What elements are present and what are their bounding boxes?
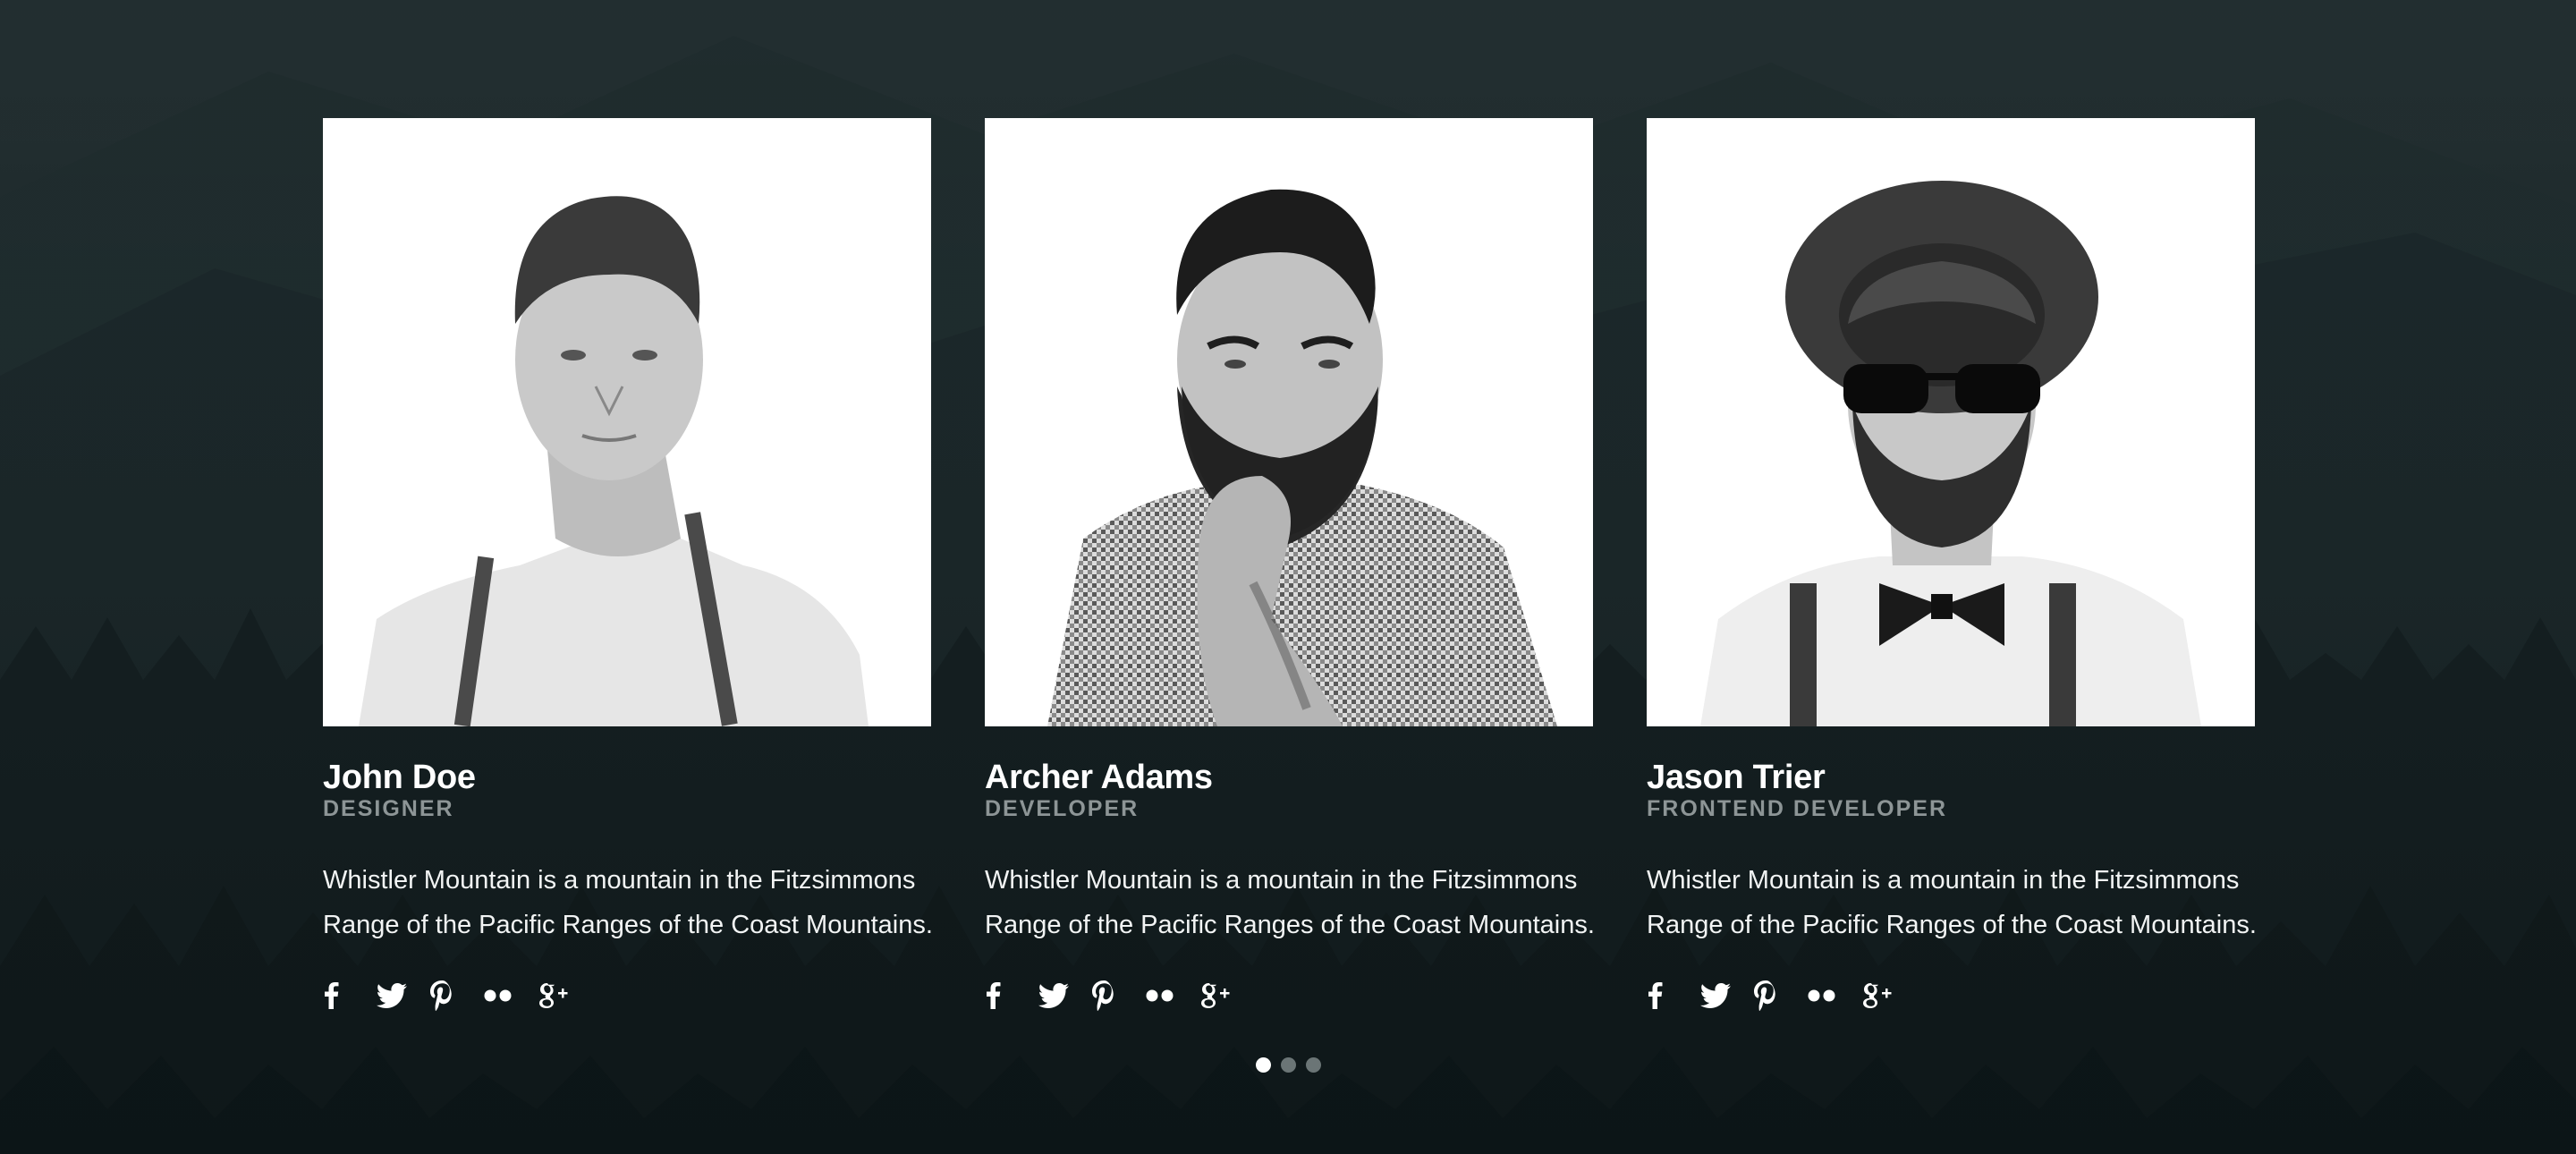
team-member-card: Archer Adams DEVELOPER Whistler Mountain…: [985, 118, 1595, 1014]
member-photo: [985, 118, 1593, 726]
carousel-dot-1[interactable]: [1256, 1057, 1271, 1073]
member-photo: [1647, 118, 2255, 726]
carousel-dot-2[interactable]: [1281, 1057, 1296, 1073]
flickr-icon[interactable]: [1146, 978, 1199, 1014]
carousel-dot-3[interactable]: [1306, 1057, 1321, 1073]
team-members-section: John Doe DESIGNER Whistler Mountain is a…: [323, 118, 2257, 1014]
portrait-photo: [1647, 118, 2255, 726]
pinterest-icon[interactable]: [430, 978, 484, 1014]
member-bio: Whistler Mountain is a mountain in the F…: [1647, 866, 2257, 939]
member-bio: Whistler Mountain is a mountain in the F…: [323, 866, 933, 939]
member-photo: [323, 118, 931, 726]
social-links: [323, 978, 931, 1014]
twitter-icon[interactable]: [1700, 978, 1754, 1014]
facebook-icon[interactable]: [323, 978, 377, 1014]
social-links: [1647, 978, 2255, 1014]
member-name: Archer Adams: [985, 759, 1213, 796]
pinterest-icon[interactable]: [1754, 978, 1808, 1014]
social-links: [985, 978, 1593, 1014]
member-name: John Doe: [323, 759, 476, 796]
flickr-icon[interactable]: [484, 978, 538, 1014]
flickr-icon[interactable]: [1808, 978, 1861, 1014]
member-bio: Whistler Mountain is a mountain in the F…: [985, 866, 1595, 939]
member-role: DESIGNER: [323, 796, 454, 821]
google-plus-icon[interactable]: [538, 978, 591, 1014]
member-name: Jason Trier: [1647, 759, 1826, 796]
pinterest-icon[interactable]: [1092, 978, 1146, 1014]
portrait-photo: [323, 118, 931, 726]
facebook-icon[interactable]: [985, 978, 1038, 1014]
member-role: DEVELOPER: [985, 796, 1140, 821]
portrait-photo: [985, 118, 1593, 726]
facebook-icon[interactable]: [1647, 978, 1700, 1014]
carousel-pagination: [1256, 1057, 1321, 1073]
member-role: FRONTEND DEVELOPER: [1647, 796, 1948, 821]
twitter-icon[interactable]: [1038, 978, 1092, 1014]
team-member-card: Jason Trier FRONTEND DEVELOPER Whistler …: [1647, 118, 2257, 1014]
google-plus-icon[interactable]: [1861, 978, 1915, 1014]
team-member-card: John Doe DESIGNER Whistler Mountain is a…: [323, 118, 933, 1014]
google-plus-icon[interactable]: [1199, 978, 1253, 1014]
twitter-icon[interactable]: [377, 978, 430, 1014]
